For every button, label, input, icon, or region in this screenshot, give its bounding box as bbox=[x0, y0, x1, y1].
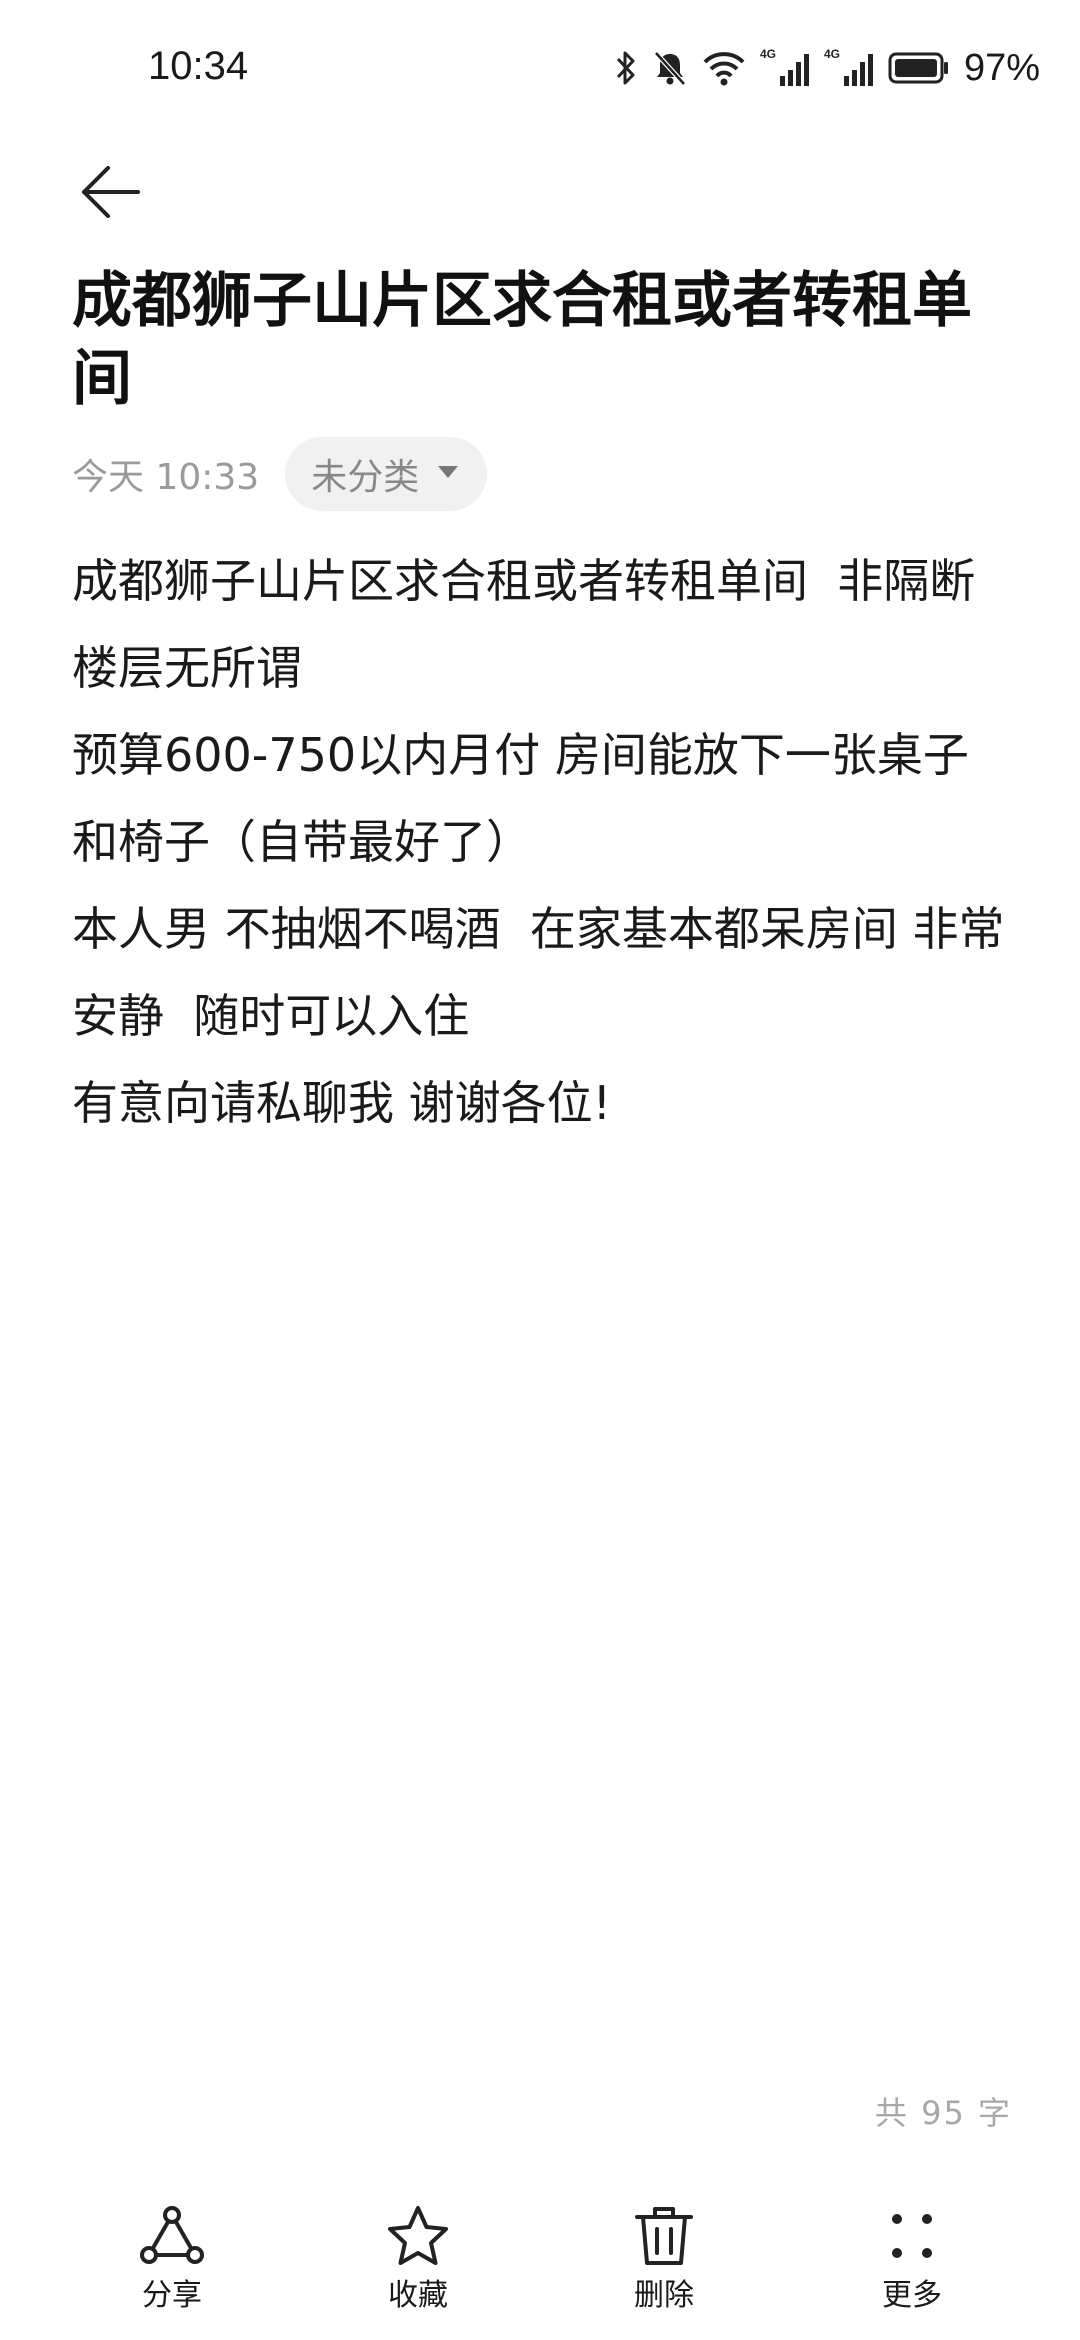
more-dots-icon bbox=[876, 2200, 948, 2272]
battery-percent: 97% bbox=[963, 47, 1040, 89]
favorite-label: 收藏 bbox=[388, 2278, 448, 2313]
category-label: 未分类 bbox=[311, 457, 420, 498]
note-body-line: 预算600-750以内月付 房间能放下一张桌子和椅子（自带最好了） bbox=[72, 728, 969, 869]
note-timestamp: 今天 10:33 bbox=[72, 457, 260, 498]
caret-down-icon bbox=[437, 464, 459, 484]
favorite-button[interactable]: 收藏 bbox=[328, 2200, 508, 2330]
svg-text:4G: 4G bbox=[760, 47, 776, 61]
note-meta: 今天 10:33 未分类 bbox=[72, 436, 488, 512]
battery-icon bbox=[888, 51, 950, 85]
status-bar: 10:34 4G 4G 97% bbox=[0, 0, 1080, 130]
status-time: 10:34 bbox=[148, 44, 249, 88]
star-icon bbox=[382, 2200, 454, 2272]
svg-text:4G: 4G bbox=[824, 47, 840, 61]
share-button[interactable]: 分享 bbox=[82, 2200, 262, 2330]
note-body[interactable]: 成都狮子山片区求合租或者转租单间 非隔断 楼层无所谓 预算600-750以内月付… bbox=[72, 538, 1012, 1147]
signal-icon: 4G bbox=[760, 46, 810, 90]
category-dropdown[interactable]: 未分类 bbox=[285, 437, 488, 511]
bottom-toolbar: 分享 收藏 删除 更多 bbox=[0, 2200, 1080, 2340]
arrow-left-icon bbox=[78, 160, 142, 228]
note-title[interactable]: 成都狮子山片区求合租或者转租单间 bbox=[72, 262, 1012, 418]
note-body-line: 本人男 不抽烟不喝酒 在家基本都呆房间 非常安静 随时可以入住 bbox=[72, 902, 1005, 1043]
delete-button[interactable]: 删除 bbox=[574, 2200, 754, 2330]
share-label: 分享 bbox=[142, 2278, 202, 2313]
more-button[interactable]: 更多 bbox=[822, 2200, 1002, 2330]
bluetooth-icon bbox=[614, 48, 638, 88]
note-body-line: 成都狮子山片区求合租或者转租单间 非隔断 楼层无所谓 bbox=[72, 554, 990, 695]
wifi-icon bbox=[702, 48, 746, 88]
share-icon bbox=[136, 2200, 208, 2272]
signal-icon: 4G bbox=[824, 46, 874, 90]
more-label: 更多 bbox=[882, 2278, 942, 2313]
word-count: 共 95 字 bbox=[874, 2094, 1012, 2132]
status-icons: 4G 4G 97% bbox=[614, 44, 1040, 92]
mute-bell-icon bbox=[652, 48, 688, 88]
note-body-line: 有意向请私聊我 谢谢各位! bbox=[72, 1076, 612, 1130]
back-button[interactable] bbox=[66, 150, 154, 238]
delete-label: 删除 bbox=[634, 2278, 694, 2313]
trash-icon bbox=[628, 2200, 700, 2272]
